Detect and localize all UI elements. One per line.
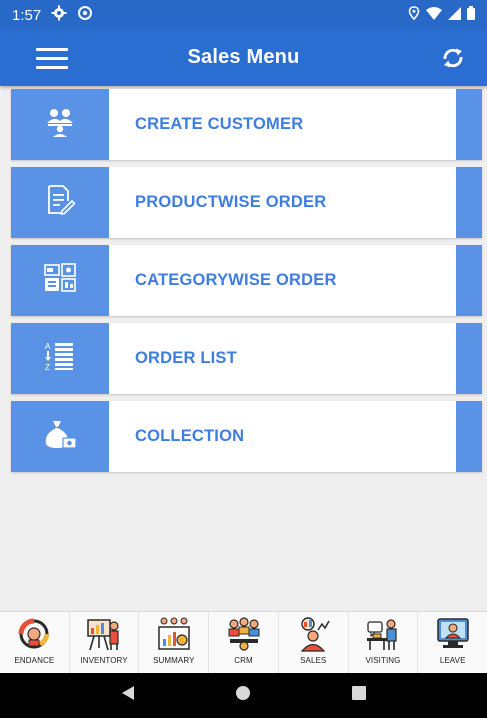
status-time: 1:57 xyxy=(12,6,42,24)
nav-item-sales[interactable]: SALES xyxy=(279,612,349,673)
menu-item-label: ORDER LIST xyxy=(135,349,237,367)
system-navigation-bar xyxy=(0,673,487,718)
page-title: Sales Menu xyxy=(187,46,300,68)
menu-item-label: COLLECTION xyxy=(135,427,245,445)
nav-item-visiting[interactable]: VISITING xyxy=(349,612,419,673)
app-bar: Sales Menu xyxy=(0,30,487,86)
nav-item-label: SUMMARY xyxy=(153,656,195,665)
document-edit-icon xyxy=(43,184,77,221)
nav-item-label: SALES xyxy=(300,656,327,665)
location-icon xyxy=(408,6,420,24)
nav-item-label: VISITING xyxy=(365,656,401,665)
home-icon[interactable] xyxy=(234,684,252,707)
inventory-icon xyxy=(86,616,122,652)
money-bag-icon xyxy=(42,418,78,455)
customers-icon xyxy=(43,107,77,142)
nav-item-label: CRM xyxy=(234,656,253,665)
refresh-icon[interactable] xyxy=(437,42,469,74)
settings-gear-icon xyxy=(51,5,67,25)
sorted-list-icon: A Z xyxy=(44,340,76,377)
attendance-icon xyxy=(16,616,52,652)
cell-signal-icon xyxy=(448,6,461,24)
menu-item-categorywise-order[interactable]: CATEGORYWISE ORDER xyxy=(11,245,482,316)
menu-item-collection[interactable]: COLLECTION xyxy=(11,401,482,472)
svg-text:A: A xyxy=(45,342,51,351)
summary-icon xyxy=(156,616,192,652)
menu-item-label: CREATE CUSTOMER xyxy=(135,115,304,133)
menu-item-productwise-order[interactable]: PRODUCTWISE ORDER xyxy=(11,167,482,238)
sales-icon xyxy=(295,616,331,652)
recents-icon[interactable] xyxy=(350,684,368,707)
menu-item-label: CATEGORYWISE ORDER xyxy=(135,271,337,289)
back-icon[interactable] xyxy=(119,684,137,707)
nav-item-label: ENDANCE xyxy=(14,656,55,665)
sync-status-icon xyxy=(77,5,93,25)
menu-item-create-customer[interactable]: CREATE CUSTOMER xyxy=(11,89,482,160)
sales-menu-list: CREATE CUSTOMER PRODUCTWISE ORDER CATEGO… xyxy=(11,89,482,479)
status-bar: 1:57 xyxy=(0,0,487,30)
wifi-icon xyxy=(426,6,442,24)
visiting-icon xyxy=(365,616,401,652)
svg-text:Z: Z xyxy=(45,363,50,372)
leave-icon xyxy=(435,616,471,652)
bottom-navigation: ENDANCE INVENTORY SUMMARY CRM SALES VISI… xyxy=(0,611,487,673)
nav-item-label: INVENTORY xyxy=(80,656,128,665)
nav-item-inventory[interactable]: INVENTORY xyxy=(70,612,140,673)
nav-item-crm[interactable]: CRM xyxy=(209,612,279,673)
nav-item-attendance[interactable]: ENDANCE xyxy=(0,612,70,673)
nav-item-summary[interactable]: SUMMARY xyxy=(139,612,210,673)
battery-icon xyxy=(467,6,475,24)
crm-icon xyxy=(226,616,262,652)
menu-item-order-list[interactable]: A Z ORDER LIST xyxy=(11,323,482,394)
nav-item-label: LEAVE xyxy=(439,656,466,665)
menu-item-label: PRODUCTWISE ORDER xyxy=(135,193,327,211)
nav-item-leave[interactable]: LEAVE xyxy=(418,612,487,673)
category-icon xyxy=(42,262,78,299)
